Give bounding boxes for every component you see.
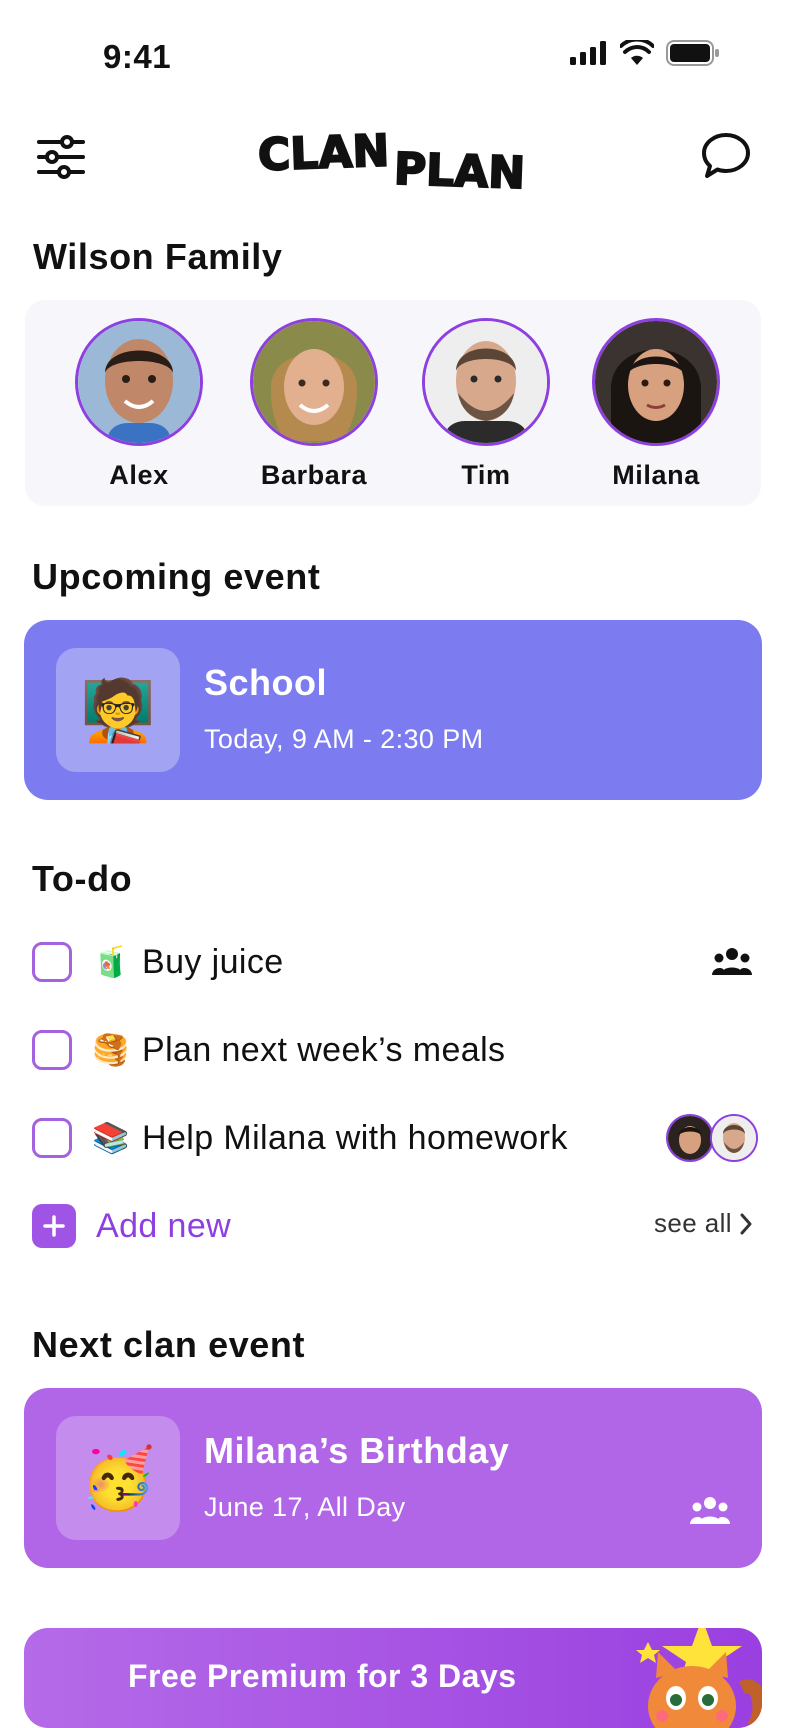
family-members-card: Alex Barbara Tim Milana xyxy=(25,300,761,506)
premium-label: Free Premium for 3 Days xyxy=(128,1658,517,1694)
todo-item: 📚 Help Milana with homework xyxy=(32,1114,758,1162)
todo-title: To-do xyxy=(32,858,133,899)
status-icons xyxy=(570,40,720,66)
status-time: 9:41 xyxy=(103,38,172,75)
todo-checkbox[interactable] xyxy=(32,1030,72,1070)
member-name: Tim xyxy=(461,460,511,490)
party-face-emoji-icon: 🥳 xyxy=(56,1416,180,1540)
family-title: Wilson Family xyxy=(33,236,283,277)
member-tim[interactable]: Tim xyxy=(411,318,561,491)
todo-checkbox[interactable] xyxy=(32,1118,72,1158)
avatar xyxy=(250,318,378,446)
event-title: School xyxy=(204,662,328,703)
avatar xyxy=(710,1114,758,1162)
member-name: Barbara xyxy=(260,460,368,490)
logo-text-plan: PLAN xyxy=(393,144,526,192)
event-time: Today, 9 AM - 2:30 PM xyxy=(204,724,484,754)
avatar xyxy=(422,318,550,446)
todo-item: 🥞 Plan next week’s meals xyxy=(32,1026,758,1074)
todo-item: 🧃 Buy juice xyxy=(32,938,758,986)
clan-event-title: Next clan event xyxy=(32,1324,306,1365)
todo-label: Buy juice xyxy=(142,942,284,981)
member-milana[interactable]: Milana xyxy=(581,318,731,491)
family-group-icon xyxy=(690,1496,730,1531)
teacher-emoji-icon: 🧑‍🏫 xyxy=(56,648,180,772)
member-barbara[interactable]: Barbara xyxy=(239,318,389,491)
cat-mascot-icon xyxy=(612,1628,762,1728)
assignee-avatars xyxy=(666,1114,758,1162)
see-all-link[interactable]: see all xyxy=(654,1208,752,1239)
avatar xyxy=(75,318,203,446)
upcoming-title: Upcoming event xyxy=(32,556,321,597)
chevron-right-icon xyxy=(740,1213,752,1234)
chat-bubble-icon xyxy=(702,133,750,178)
event-time: June 17, All Day xyxy=(204,1492,406,1522)
books-emoji-icon: 📚 xyxy=(92,1121,130,1155)
todo-label: Plan next week’s meals xyxy=(142,1030,506,1069)
signal-icon xyxy=(570,41,606,65)
upcoming-event-card[interactable]: 🧑‍🏫 School Today, 9 AM - 2:30 PM xyxy=(24,620,762,800)
logo-text-clan: CLAN xyxy=(258,126,390,182)
avatar xyxy=(666,1114,714,1162)
family-group-icon xyxy=(712,938,752,986)
event-title: Milana’s Birthday xyxy=(204,1430,510,1471)
wifi-icon xyxy=(620,40,654,65)
member-name: Milana xyxy=(612,460,700,490)
see-all-label: see all xyxy=(654,1208,732,1238)
juice-emoji-icon: 🧃 xyxy=(92,945,130,979)
member-alex[interactable]: Alex xyxy=(64,318,214,491)
avatar xyxy=(592,318,720,446)
sliders-icon xyxy=(37,135,85,179)
todo-label: Help Milana with homework xyxy=(142,1118,568,1157)
todo-checkbox[interactable] xyxy=(32,942,72,982)
clan-event-card[interactable]: 🥳 Milana’s Birthday June 17, All Day xyxy=(24,1388,762,1568)
plus-icon xyxy=(32,1204,76,1248)
chat-button[interactable] xyxy=(700,130,752,182)
add-new-todo-button[interactable]: Add new xyxy=(32,1204,231,1248)
filters-menu-button[interactable] xyxy=(36,132,86,182)
app-logo: CLAN PLAN xyxy=(256,124,530,201)
battery-icon xyxy=(666,40,719,66)
add-new-label: Add new xyxy=(96,1206,232,1245)
pancakes-emoji-icon: 🥞 xyxy=(92,1033,130,1067)
premium-banner[interactable]: Free Premium for 3 Days xyxy=(24,1628,762,1728)
member-name: Alex xyxy=(109,460,169,490)
